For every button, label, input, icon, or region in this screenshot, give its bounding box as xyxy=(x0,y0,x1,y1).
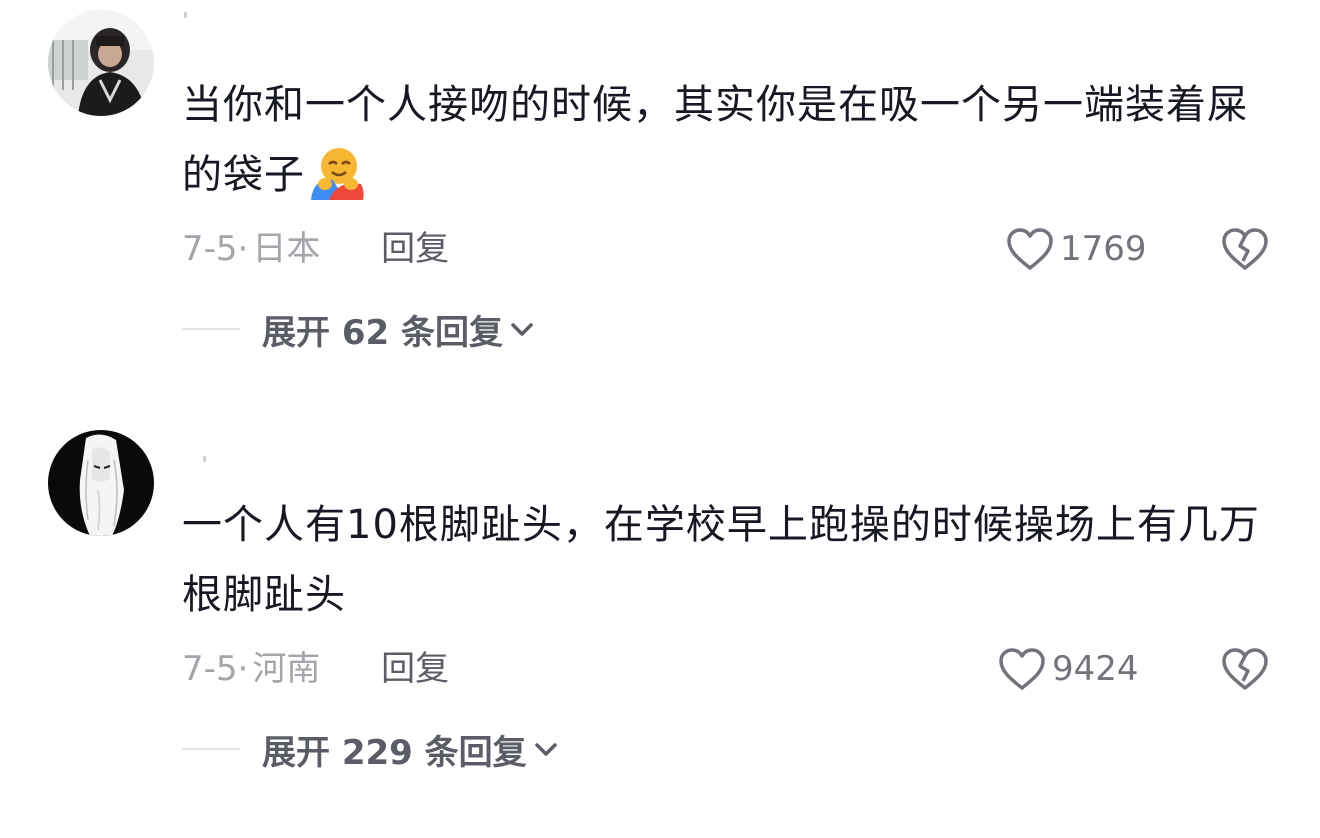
comment-text: 一个人有10根脚趾头，在学校早上跑操的时候操场上有几万根脚趾头 xyxy=(182,490,1262,630)
reply-button[interactable]: 回复 xyxy=(381,649,449,689)
comment-date: 7-5· xyxy=(182,649,249,689)
comment-text: 当你和一个人接吻的时候，其实你是在吸一个另一端装着屎的袋子 xyxy=(182,70,1262,210)
like-count: 9424 xyxy=(1052,649,1139,689)
like-button[interactable]: 1769 xyxy=(1006,224,1147,274)
avatar-photo-hooded-person xyxy=(48,10,154,116)
broken-heart-icon xyxy=(1222,648,1268,690)
comment-text-content: 一个人有10根脚趾头，在学校早上跑操的时候操场上有几万根脚趾头 xyxy=(182,502,1260,618)
broken-heart-icon xyxy=(1222,228,1268,270)
comment-meta: 7-5· 日本 回复 xyxy=(182,224,449,274)
chevron-down-icon xyxy=(511,323,533,336)
comment-region: 河南 xyxy=(252,649,321,689)
dislike-button[interactable] xyxy=(1220,224,1270,274)
avatar[interactable] xyxy=(48,10,154,116)
comment-region: 日本 xyxy=(252,229,321,269)
expand-replies-button[interactable]: 展开 62 条回复 xyxy=(182,304,535,354)
expand-replies-label: 展开 229 条回复 xyxy=(262,732,527,773)
expand-replies-label: 展开 62 条回复 xyxy=(262,312,503,353)
reply-button[interactable]: 回复 xyxy=(381,229,449,269)
dislike-button[interactable] xyxy=(1220,644,1270,694)
comment-meta: 7-5· 河南 回复 xyxy=(182,644,449,694)
heart-outline-icon xyxy=(1007,228,1053,270)
divider-line xyxy=(182,328,240,330)
like-button[interactable]: 9424 xyxy=(998,644,1139,694)
chevron-down-icon xyxy=(534,743,557,756)
decorative-speck xyxy=(203,456,206,462)
comment-date: 7-5· xyxy=(182,229,249,269)
heart-outline-icon xyxy=(999,648,1045,690)
divider-line xyxy=(182,748,240,750)
avatar[interactable] xyxy=(48,430,154,536)
avatar-anime-girl xyxy=(48,430,154,536)
expand-replies-button[interactable]: 展开 229 条回复 xyxy=(182,724,559,774)
decorative-speck xyxy=(184,12,187,18)
hugging-face-emoji-icon xyxy=(309,144,365,200)
like-count: 1769 xyxy=(1060,229,1147,269)
